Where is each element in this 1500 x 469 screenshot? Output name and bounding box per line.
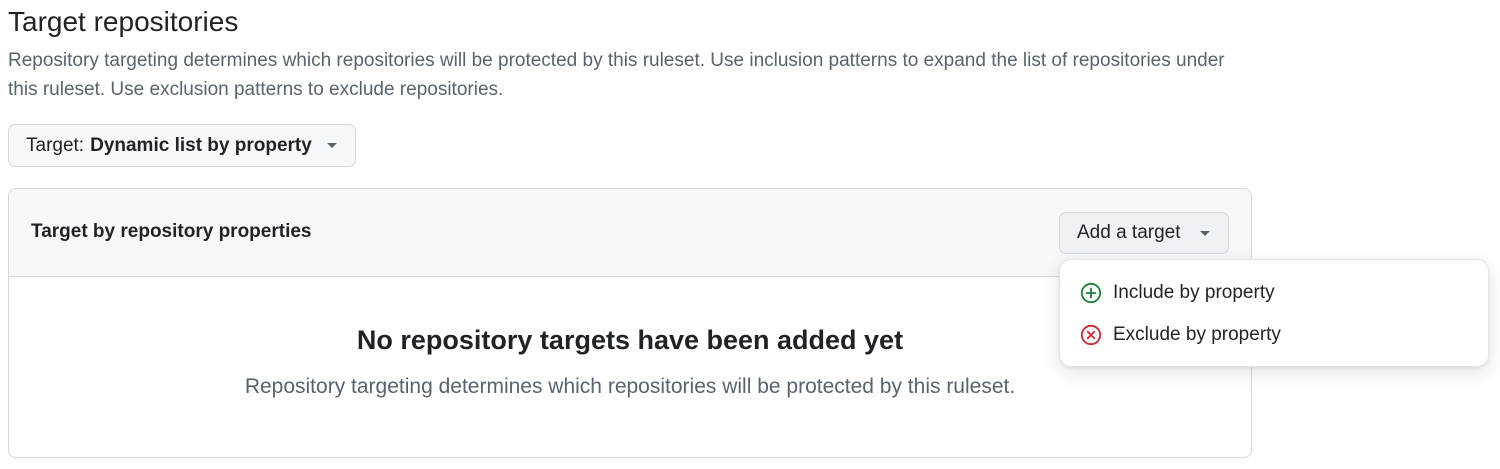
target-repositories-page: Target repositories Repository targeting… xyxy=(0,0,1500,469)
add-target-label: Add a target xyxy=(1077,222,1181,243)
menu-item-label: Include by property xyxy=(1113,282,1275,303)
target-select-button[interactable]: Target: Dynamic list by property xyxy=(8,124,356,167)
target-select-prefix: Target: xyxy=(26,134,85,156)
triangle-down-icon xyxy=(1200,230,1210,236)
menu-item-label: Exclude by property xyxy=(1113,324,1281,345)
section-description: Repository targeting determines which re… xyxy=(8,50,1225,100)
menu-item-include-by-property[interactable]: Include by property xyxy=(1068,272,1480,314)
empty-state-description: Repository targeting determines which re… xyxy=(244,375,1016,398)
menu-item-exclude-by-property[interactable]: Exclude by property xyxy=(1068,314,1480,356)
x-circle-icon xyxy=(1080,324,1102,346)
add-target-button[interactable]: Add a target xyxy=(1059,212,1229,254)
triangle-down-icon xyxy=(327,143,337,148)
target-select-value: Dynamic list by property xyxy=(90,134,312,156)
add-target-menu: Include by property Exclude by property xyxy=(1059,259,1489,367)
section-title: Target repositories xyxy=(8,6,239,37)
box-title: Target by repository properties xyxy=(31,221,312,242)
plus-circle-icon xyxy=(1080,282,1102,304)
